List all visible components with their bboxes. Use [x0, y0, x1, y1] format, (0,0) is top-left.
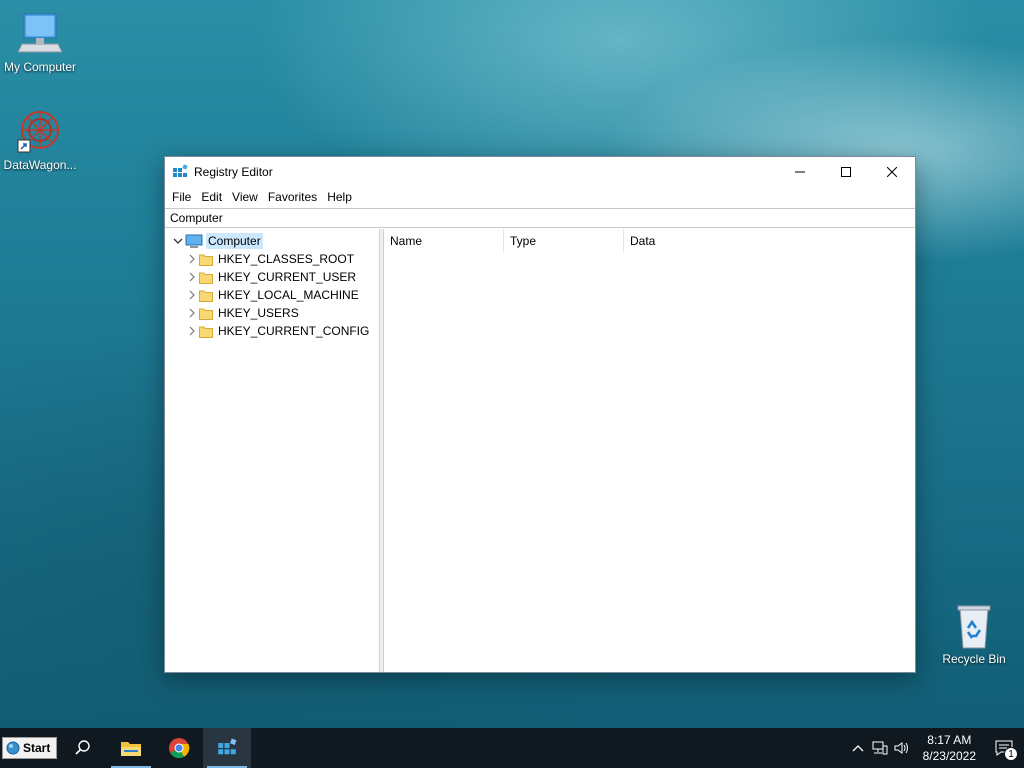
- menu-help[interactable]: Help: [322, 190, 357, 204]
- maximize-icon: [841, 167, 851, 177]
- menu-view[interactable]: View: [227, 190, 263, 204]
- computer-icon: [185, 234, 203, 248]
- start-button[interactable]: Start: [2, 737, 57, 759]
- computer-icon: [16, 10, 64, 58]
- taskbar: Start 8:17 AM 8/23/2022 1: [0, 728, 1024, 768]
- chevron-right-icon[interactable]: [185, 324, 199, 338]
- clock-date: 8/23/2022: [922, 749, 976, 763]
- volume-icon: [894, 742, 908, 754]
- tree-item-hkey-current-config[interactable]: HKEY_CURRENT_CONFIG: [165, 322, 379, 340]
- column-header-row: Name Type Data: [384, 229, 915, 253]
- window-title: Registry Editor: [194, 165, 273, 179]
- chevron-right-icon[interactable]: [185, 252, 199, 266]
- tree-item-label: HKEY_CURRENT_CONFIG: [218, 324, 370, 338]
- registry-editor-icon: [172, 164, 188, 180]
- folder-icon: [199, 325, 213, 338]
- folder-icon: [199, 289, 213, 302]
- chevron-right-icon[interactable]: [185, 306, 199, 320]
- maximize-button[interactable]: [823, 157, 869, 187]
- start-orb-icon: [6, 741, 20, 755]
- menu-favorites[interactable]: Favorites: [263, 190, 322, 204]
- menu-edit[interactable]: Edit: [196, 190, 227, 204]
- desktop-icon-label: Recycle Bin: [942, 652, 1006, 666]
- folder-icon: [199, 253, 213, 266]
- menu-file[interactable]: File: [167, 190, 196, 204]
- start-label: Start: [23, 741, 51, 755]
- column-header-data[interactable]: Data: [624, 229, 824, 253]
- taskbar-file-explorer[interactable]: [107, 728, 155, 768]
- recycle-bin-icon: [950, 602, 998, 650]
- network-icon: [872, 741, 888, 755]
- registry-editor-window: Registry Editor File Edit View Favorites…: [164, 156, 916, 673]
- address-bar[interactable]: Computer: [165, 208, 915, 228]
- system-tray: 8:17 AM 8/23/2022 1: [847, 728, 1024, 768]
- tree-item-label: HKEY_CURRENT_USER: [218, 270, 357, 284]
- tree-item-label: HKEY_USERS: [218, 306, 299, 320]
- desktop-icon-recycle-bin[interactable]: Recycle Bin: [934, 602, 1014, 666]
- datawagon-icon: [16, 108, 64, 156]
- title-bar[interactable]: Registry Editor: [165, 157, 915, 187]
- column-header-type[interactable]: Type: [504, 229, 624, 253]
- folder-icon: [199, 271, 213, 284]
- tree-item-computer[interactable]: Computer: [165, 232, 379, 250]
- tree-item-hkey-classes-root[interactable]: HKEY_CLASSES_ROOT: [165, 250, 379, 268]
- minimize-button[interactable]: [777, 157, 823, 187]
- registry-editor-icon: [218, 738, 237, 755]
- search-icon: [75, 740, 90, 755]
- desktop-icon-datawagon[interactable]: DataWagon...: [0, 108, 80, 172]
- chevron-right-icon[interactable]: [185, 270, 199, 284]
- desktop-icon-label: My Computer: [3, 60, 77, 74]
- tree-item-hkey-current-user[interactable]: HKEY_CURRENT_USER: [165, 268, 379, 286]
- tray-volume[interactable]: [891, 728, 913, 768]
- tree-item-hkey-local-machine[interactable]: HKEY_LOCAL_MACHINE: [165, 286, 379, 304]
- close-icon: [887, 167, 897, 177]
- registry-tree: Computer HKEY_CLASSES_ROOT HKEY_CURRENT_…: [165, 229, 380, 672]
- desktop-icon-label: DataWagon...: [3, 158, 77, 172]
- chrome-icon: [169, 738, 190, 759]
- clock-time: 8:17 AM: [927, 733, 972, 747]
- tray-network[interactable]: [869, 728, 891, 768]
- tree-item-label: HKEY_CLASSES_ROOT: [218, 252, 355, 266]
- file-explorer-icon: [121, 742, 141, 756]
- taskbar-chrome[interactable]: [155, 728, 203, 768]
- chevron-up-icon: [852, 745, 864, 752]
- taskbar-search[interactable]: [59, 728, 107, 768]
- taskbar-registry-editor[interactable]: [203, 728, 251, 768]
- tree-item-label: HKEY_LOCAL_MACHINE: [218, 288, 359, 302]
- notification-badge: 1: [1004, 747, 1018, 761]
- close-button[interactable]: [869, 157, 915, 187]
- chevron-down-icon[interactable]: [171, 234, 185, 248]
- chevron-right-icon[interactable]: [185, 288, 199, 302]
- minimize-icon: [795, 171, 805, 173]
- desktop-icon-my-computer[interactable]: My Computer: [0, 10, 80, 74]
- address-text: Computer: [170, 211, 223, 225]
- folder-icon: [199, 307, 213, 320]
- column-header-name[interactable]: Name: [384, 229, 504, 253]
- tree-item-label: Computer: [206, 233, 263, 249]
- tree-item-hkey-users[interactable]: HKEY_USERS: [165, 304, 379, 322]
- action-center-button[interactable]: 1: [984, 728, 1024, 768]
- values-list: Name Type Data: [384, 229, 915, 672]
- tray-overflow-button[interactable]: [847, 728, 869, 768]
- menu-bar: File Edit View Favorites Help: [165, 187, 915, 207]
- tray-clock[interactable]: 8:17 AM 8/23/2022: [913, 732, 984, 764]
